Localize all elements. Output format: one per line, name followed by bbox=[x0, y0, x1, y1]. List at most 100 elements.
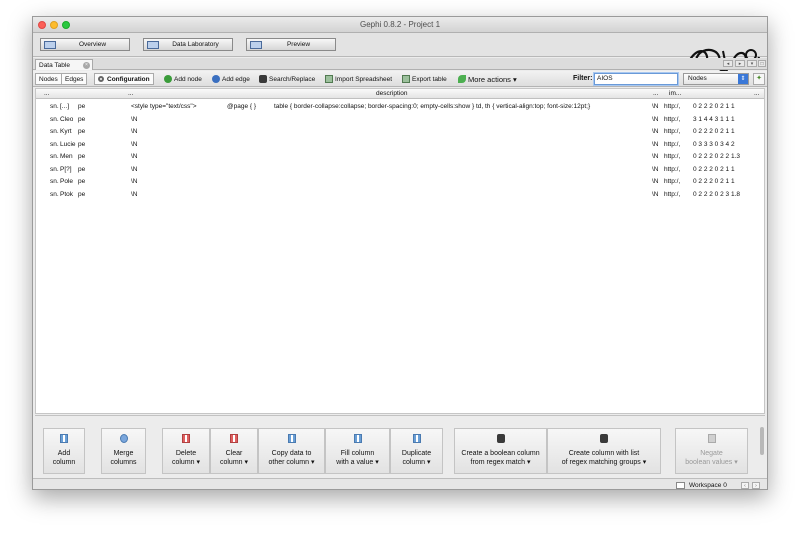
cell-desc[interactable]: \N bbox=[131, 166, 138, 173]
export-table-button[interactable]: Export table bbox=[402, 73, 447, 85]
cell-type[interactable]: pe bbox=[78, 141, 85, 148]
cell-id[interactable]: sn. bbox=[50, 178, 59, 185]
cell-nums[interactable]: 0 2 2 2 0 2 2 1.3 bbox=[693, 153, 764, 160]
cell-label[interactable]: [...] bbox=[60, 103, 69, 110]
cell-type[interactable]: pe bbox=[78, 153, 85, 160]
filter-input[interactable]: AIOS bbox=[594, 73, 678, 85]
workspace-next-button[interactable]: › bbox=[752, 482, 760, 489]
table-row[interactable]: sn. Kyrt pe \N \N http:/, 0 2 2 2 0 2 1 1 bbox=[36, 126, 764, 139]
cell-url[interactable]: http:/, bbox=[664, 128, 680, 135]
tab-data-table[interactable]: Data Table × bbox=[35, 59, 93, 70]
cell-type[interactable]: pe bbox=[78, 166, 85, 173]
table-row[interactable]: sn. Lucie pe \N \N http:/, 0 3 3 3 0 3 4 2 bbox=[36, 139, 764, 152]
cell-nums[interactable]: 0 2 2 2 0 2 1 1 bbox=[693, 103, 764, 110]
cell-label[interactable]: Ptok bbox=[60, 191, 73, 198]
workspace-prev-button[interactable]: ‹ bbox=[741, 482, 749, 489]
cell-label[interactable]: Pole bbox=[60, 178, 73, 185]
cell-desc[interactable]: \N bbox=[131, 116, 138, 123]
cell-desc[interactable]: \N bbox=[131, 153, 138, 160]
cell-type[interactable]: pe bbox=[78, 178, 85, 185]
table-row[interactable]: sn. Men pe \N \N http:/, 0 2 2 2 0 2 2 1.3 bbox=[36, 151, 764, 164]
cell-url[interactable]: http:/, bbox=[664, 116, 680, 123]
panel-menu-icon[interactable]: ▾ bbox=[747, 60, 757, 67]
cell-mark[interactable]: \N bbox=[652, 178, 659, 185]
cell-mark[interactable]: \N bbox=[652, 191, 659, 198]
import-spreadsheet-button[interactable]: Import Spreadsheet bbox=[325, 73, 392, 85]
search-replace-button[interactable]: Search/Replace bbox=[259, 73, 315, 85]
cell-label[interactable]: P[?] bbox=[60, 166, 72, 173]
table-row[interactable]: sn. [...] pe <style type="text/css"> @page {… bbox=[36, 101, 764, 114]
edges-toggle[interactable]: Edges bbox=[61, 73, 88, 85]
overview-mode-button[interactable]: Overview bbox=[40, 38, 130, 51]
header-col-2[interactable]: ... bbox=[128, 90, 133, 97]
cell-desc[interactable]: <style type="text/css"> bbox=[131, 103, 197, 110]
cell-type[interactable]: pe bbox=[78, 191, 85, 198]
cell-label[interactable]: Men bbox=[60, 153, 73, 160]
cell-mark[interactable]: \N bbox=[652, 141, 659, 148]
filter-column-select[interactable]: Nodes ⇕ bbox=[683, 73, 749, 85]
cell-url[interactable]: http:/, bbox=[664, 103, 680, 110]
cell-type[interactable]: pe bbox=[78, 116, 85, 123]
cell-url[interactable]: http:/, bbox=[664, 178, 680, 185]
cell-mark[interactable]: \N bbox=[652, 128, 659, 135]
header-col-1[interactable]: ... bbox=[44, 90, 49, 97]
cell-id[interactable]: sn. bbox=[50, 141, 59, 148]
cell-desc[interactable]: \N bbox=[131, 141, 138, 148]
nodes-toggle[interactable]: Nodes bbox=[35, 73, 62, 85]
cell-desc2[interactable]: @page { } bbox=[227, 103, 256, 110]
cell-type[interactable]: pe bbox=[78, 128, 85, 135]
cell-mark[interactable]: \N bbox=[652, 153, 659, 160]
cell-url[interactable]: http:/, bbox=[664, 191, 680, 198]
tab-close-icon[interactable]: × bbox=[83, 61, 90, 69]
actions-scrollbar[interactable] bbox=[760, 427, 764, 455]
panel-maximize-icon[interactable]: □ bbox=[758, 60, 766, 67]
table-row[interactable]: sn. Ptok pe \N \N http:/, 0 2 2 2 0 2 3 1.8 bbox=[36, 189, 764, 202]
add-node-button[interactable]: Add node bbox=[164, 73, 202, 85]
merge-columns-button[interactable]: Merge columns bbox=[101, 428, 146, 474]
table-row[interactable]: sn. Cleo pe \N \N http:/, 3 1 4 4 3 1 1 1 bbox=[36, 114, 764, 127]
delete-column-button[interactable]: Delete column ▾ bbox=[162, 428, 210, 474]
cell-type[interactable]: pe bbox=[78, 103, 85, 110]
fill-column-button[interactable]: Fill column with a value ▾ bbox=[325, 428, 390, 474]
add-column-button[interactable]: Add column bbox=[43, 428, 85, 474]
duplicate-column-button[interactable]: Duplicate column ▾ bbox=[390, 428, 443, 474]
cell-nums[interactable]: 3 1 4 4 3 1 1 1 bbox=[693, 116, 764, 123]
header-description[interactable]: description bbox=[376, 90, 407, 97]
regex-list-button[interactable]: Create column with list of regex matching… bbox=[547, 428, 661, 474]
cell-mark[interactable]: \N bbox=[652, 116, 659, 123]
cell-id[interactable]: sn. bbox=[50, 128, 59, 135]
configuration-button[interactable]: Configuration bbox=[94, 73, 154, 85]
cell-id[interactable]: sn. bbox=[50, 166, 59, 173]
add-edge-button[interactable]: Add edge bbox=[212, 73, 250, 85]
panel-minimize-icon[interactable]: ◂ bbox=[723, 60, 733, 67]
cell-desc[interactable]: \N bbox=[131, 128, 138, 135]
cell-url[interactable]: http:/, bbox=[664, 141, 680, 148]
cell-id[interactable]: sn. bbox=[50, 153, 59, 160]
cell-desc3[interactable]: table { border-collapse:collapse; border… bbox=[274, 103, 651, 110]
cell-label[interactable]: Lucie bbox=[60, 141, 76, 148]
data-laboratory-mode-button[interactable]: Data Laboratory bbox=[143, 38, 233, 51]
cell-desc[interactable]: \N bbox=[131, 178, 138, 185]
cell-url[interactable]: http:/, bbox=[664, 153, 680, 160]
copy-data-button[interactable]: Copy data to other column ▾ bbox=[258, 428, 325, 474]
table-row[interactable]: sn. P[?] pe \N \N http:/, 0 2 2 2 0 2 1 1 bbox=[36, 164, 764, 177]
cell-mark[interactable]: \N bbox=[652, 103, 659, 110]
cell-desc[interactable]: \N bbox=[131, 191, 138, 198]
cell-nums[interactable]: 0 2 2 2 0 2 3 1.8 bbox=[693, 191, 764, 198]
cell-nums[interactable]: 0 3 3 3 0 3 4 2 bbox=[693, 141, 764, 148]
magic-wand-icon[interactable]: ✦ bbox=[753, 73, 765, 85]
cell-label[interactable]: Kyrt bbox=[60, 128, 72, 135]
cell-nums[interactable]: 0 2 2 2 0 2 1 1 bbox=[693, 178, 764, 185]
header-image[interactable]: im... bbox=[669, 90, 681, 97]
panel-restore-icon[interactable]: ▸ bbox=[735, 60, 745, 67]
boolean-regex-button[interactable]: Create a boolean column from regex match … bbox=[454, 428, 547, 474]
cell-label[interactable]: Cleo bbox=[60, 116, 73, 123]
cell-url[interactable]: http:/, bbox=[664, 166, 680, 173]
cell-id[interactable]: sn. bbox=[50, 103, 59, 110]
cell-id[interactable]: sn. bbox=[50, 116, 59, 123]
preview-mode-button[interactable]: Preview bbox=[246, 38, 336, 51]
cell-nums[interactable]: 0 2 2 2 0 2 1 1 bbox=[693, 128, 764, 135]
more-actions-button[interactable]: More actions ▾ bbox=[458, 73, 517, 85]
cell-mark[interactable]: \N bbox=[652, 166, 659, 173]
clear-column-button[interactable]: Clear column ▾ bbox=[210, 428, 258, 474]
